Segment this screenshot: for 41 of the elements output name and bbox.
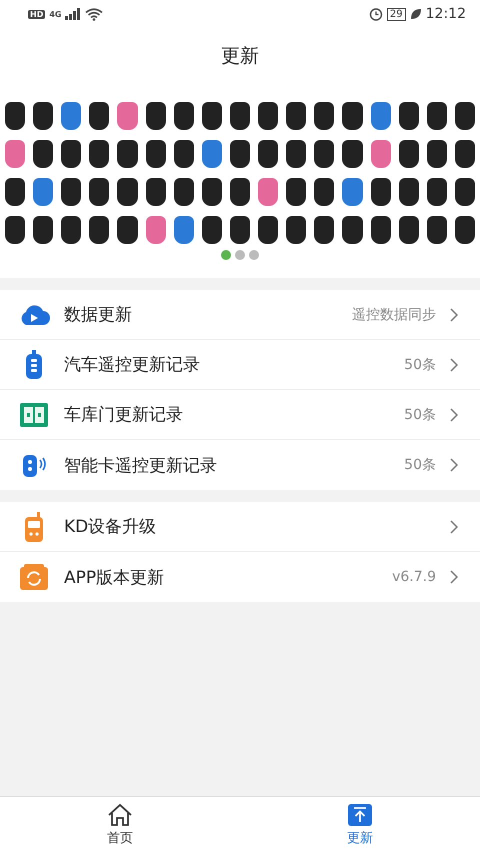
menu-row[interactable]: 车库门更新记录 50条 (0, 390, 480, 440)
nav-tab[interactable]: 更新 (240, 797, 480, 853)
chevron-right-icon (450, 458, 458, 472)
carousel-dot[interactable] (221, 250, 231, 260)
chevron-right-icon (450, 570, 458, 584)
row-title: 数据更新 (64, 304, 133, 326)
clock-time: 12:12 (426, 6, 466, 22)
menu-row[interactable]: 汽车遥控更新记录 50条 (0, 340, 480, 390)
hd-icon: HD (28, 10, 46, 18)
chevron-right-icon (450, 408, 458, 422)
wifi-icon (85, 8, 104, 20)
menu-row[interactable]: KD设备升级 (0, 502, 480, 552)
chevron-right-icon (450, 520, 458, 534)
nav-tab[interactable]: 首页 (0, 797, 240, 853)
menu-row[interactable]: 数据更新 遥控数据同步 (0, 290, 480, 340)
alarm-icon (368, 7, 383, 21)
carousel-dot[interactable] (249, 250, 259, 260)
network-label: 4G (49, 10, 62, 18)
menu-row[interactable]: 智能卡遥控更新记录 50条 (0, 440, 480, 490)
row-value: 遥控数据同步 (352, 306, 436, 324)
row-title: APP版本更新 (64, 566, 166, 588)
upload-icon (347, 803, 373, 827)
row-title: 车库门更新记录 (64, 404, 184, 426)
row-title: KD设备升级 (64, 516, 158, 538)
row-value: v6.7.9 (392, 569, 436, 585)
menu-row[interactable]: APP版本更新 v6.7.9 (0, 552, 480, 602)
row-title: 汽车遥控更新记录 (64, 354, 201, 376)
chevron-right-icon (450, 358, 458, 372)
battery-level: 29 (386, 8, 406, 20)
row-value: 50条 (404, 456, 436, 474)
row-value: 50条 (404, 406, 436, 424)
home-icon (107, 803, 133, 827)
chevron-right-icon (450, 308, 458, 322)
refresh-icon (18, 564, 50, 590)
page-title: 更新 (221, 44, 259, 69)
signal-icon (65, 8, 82, 20)
carousel-dot[interactable] (235, 250, 245, 260)
row-title: 智能卡遥控更新记录 (64, 454, 218, 476)
garage-door-icon (18, 402, 50, 426)
leaf-icon (410, 8, 422, 20)
row-value: 50条 (404, 356, 436, 374)
